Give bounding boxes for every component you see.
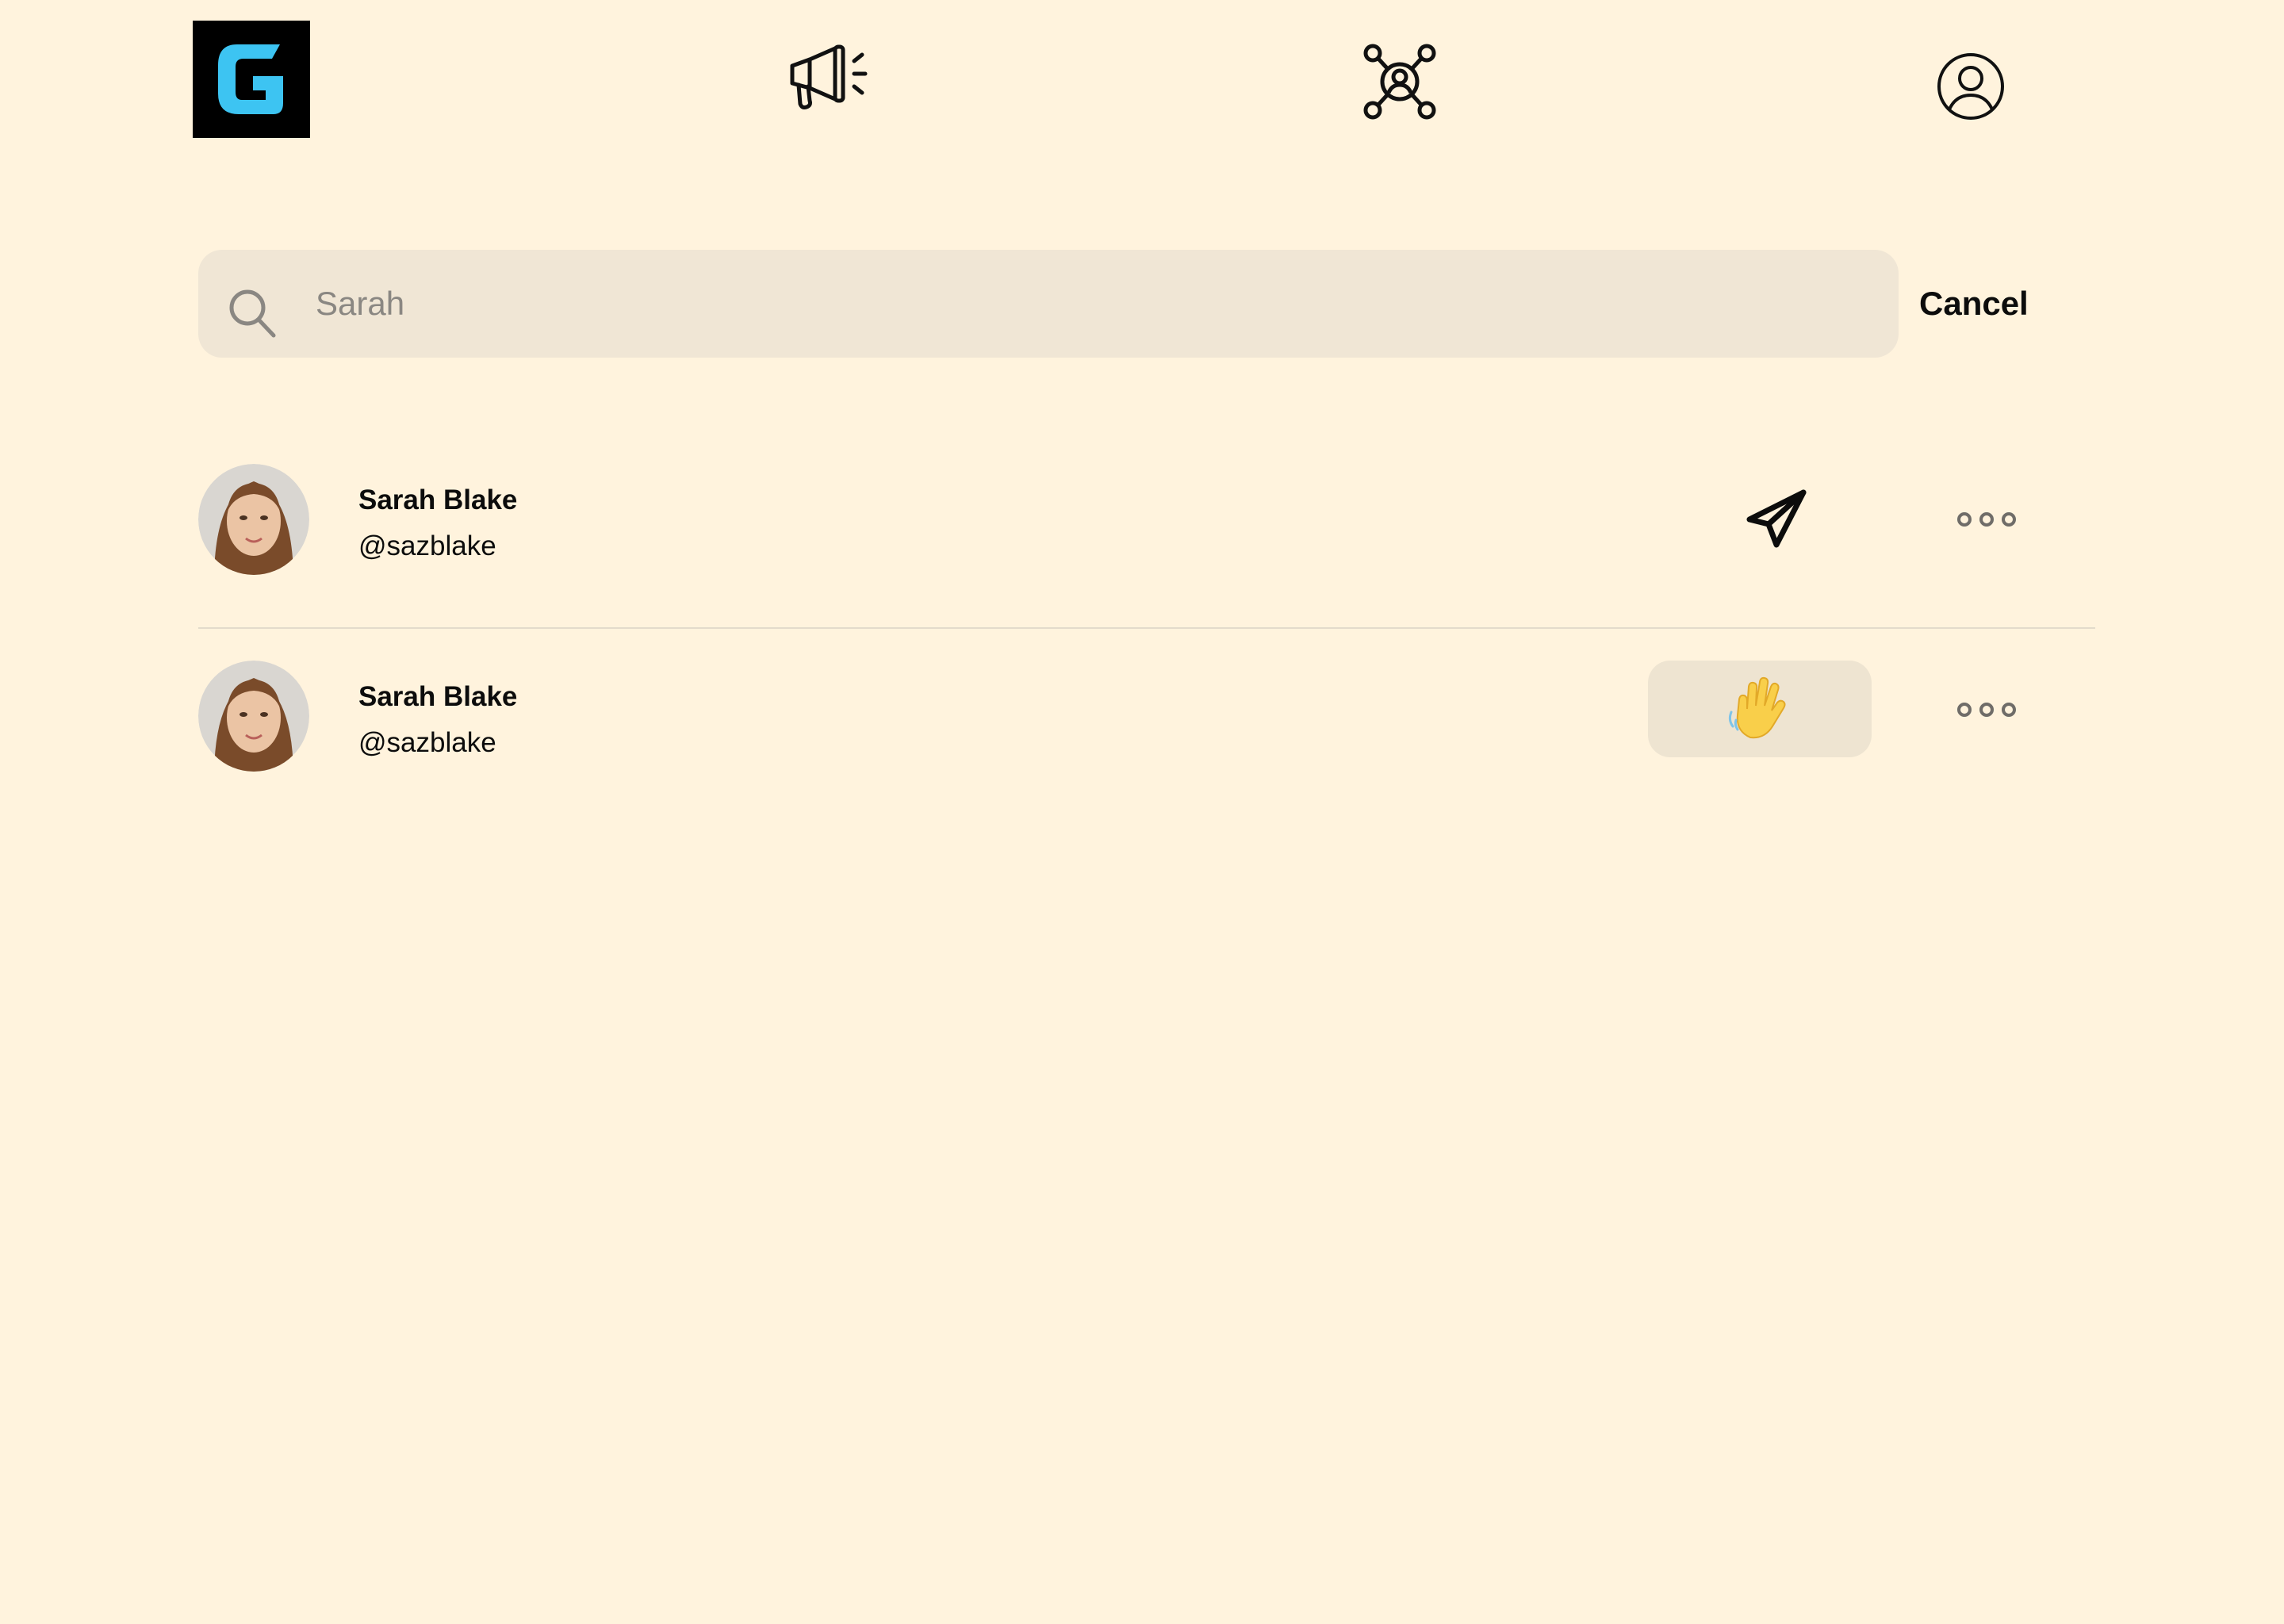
more-icon [1957, 512, 2016, 527]
g-logo-icon[interactable] [193, 21, 310, 138]
network-icon [1363, 44, 1436, 119]
send-icon [1746, 489, 1807, 548]
megaphone-icon [790, 44, 868, 109]
user-circle-icon [1937, 53, 2004, 120]
top-nav [0, 0, 2284, 159]
user-name: Sarah Blake [358, 681, 518, 712]
nav-network-button[interactable] [1356, 40, 1443, 123]
divider [198, 627, 2095, 629]
list-item[interactable]: Sarah Blake @sazblake [198, 661, 2095, 772]
more-options-button[interactable] [1943, 654, 2030, 765]
user-handle: @sazblake [358, 530, 496, 561]
cancel-button[interactable]: Cancel [1919, 282, 2038, 326]
search-bar [198, 250, 1899, 358]
list-item[interactable]: Sarah Blake @sazblake [198, 464, 2095, 575]
user-name: Sarah Blake [358, 485, 518, 515]
avatar [198, 661, 309, 772]
more-icon [1957, 703, 2016, 717]
send-message-button[interactable] [1721, 464, 1832, 575]
avatar [198, 464, 309, 575]
wave-icon [1728, 676, 1786, 739]
search-input[interactable] [316, 250, 1862, 358]
search-icon [227, 287, 278, 339]
nav-news-button[interactable] [785, 40, 872, 119]
nav-profile-button[interactable] [1935, 51, 2006, 122]
wave-button[interactable] [1648, 661, 1872, 757]
more-options-button[interactable] [1943, 464, 2030, 575]
user-handle: @sazblake [358, 727, 496, 758]
